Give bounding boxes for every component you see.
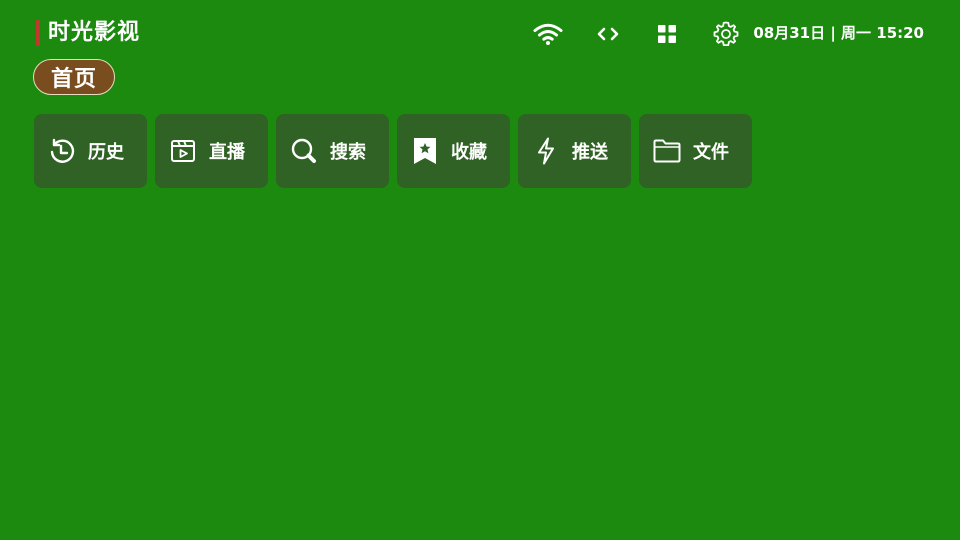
bookmark-star-icon: [410, 136, 440, 166]
app-title: 时光影视: [48, 20, 141, 45]
history-label: 历史: [88, 142, 124, 163]
push-label: 推送: [572, 142, 608, 163]
search-label: 搜索: [330, 142, 366, 163]
files-label: 文件: [693, 142, 729, 163]
folder-icon: [652, 136, 682, 166]
code-icon[interactable]: [592, 18, 624, 50]
push-button[interactable]: 推送: [518, 114, 631, 188]
favorites-button[interactable]: 收藏: [397, 114, 510, 188]
history-button[interactable]: 历史: [34, 114, 147, 188]
history-icon: [47, 136, 77, 166]
wifi-icon[interactable]: [532, 18, 564, 50]
app-title-wrap: 时光影视: [36, 19, 140, 47]
app-header: 时光影视 08月31日 | 周一 15:20: [0, 0, 960, 60]
tab-home[interactable]: 首页: [33, 59, 115, 95]
live-button[interactable]: 直播: [155, 114, 268, 188]
files-button[interactable]: 文件: [639, 114, 752, 188]
live-label: 直播: [209, 142, 245, 163]
title-accent-bar: [36, 20, 40, 46]
live-icon: [168, 136, 198, 166]
datetime-display: 08月31日 | 周一 15:20: [753, 24, 924, 42]
lightning-icon: [531, 136, 561, 166]
search-button[interactable]: 搜索: [276, 114, 389, 188]
quick-actions-row: 历史 直播 搜索 收藏 推送 文件: [34, 114, 760, 188]
gear-icon[interactable]: [710, 18, 742, 50]
search-icon: [289, 136, 319, 166]
favorites-label: 收藏: [451, 142, 487, 163]
grid-icon[interactable]: [651, 18, 683, 50]
